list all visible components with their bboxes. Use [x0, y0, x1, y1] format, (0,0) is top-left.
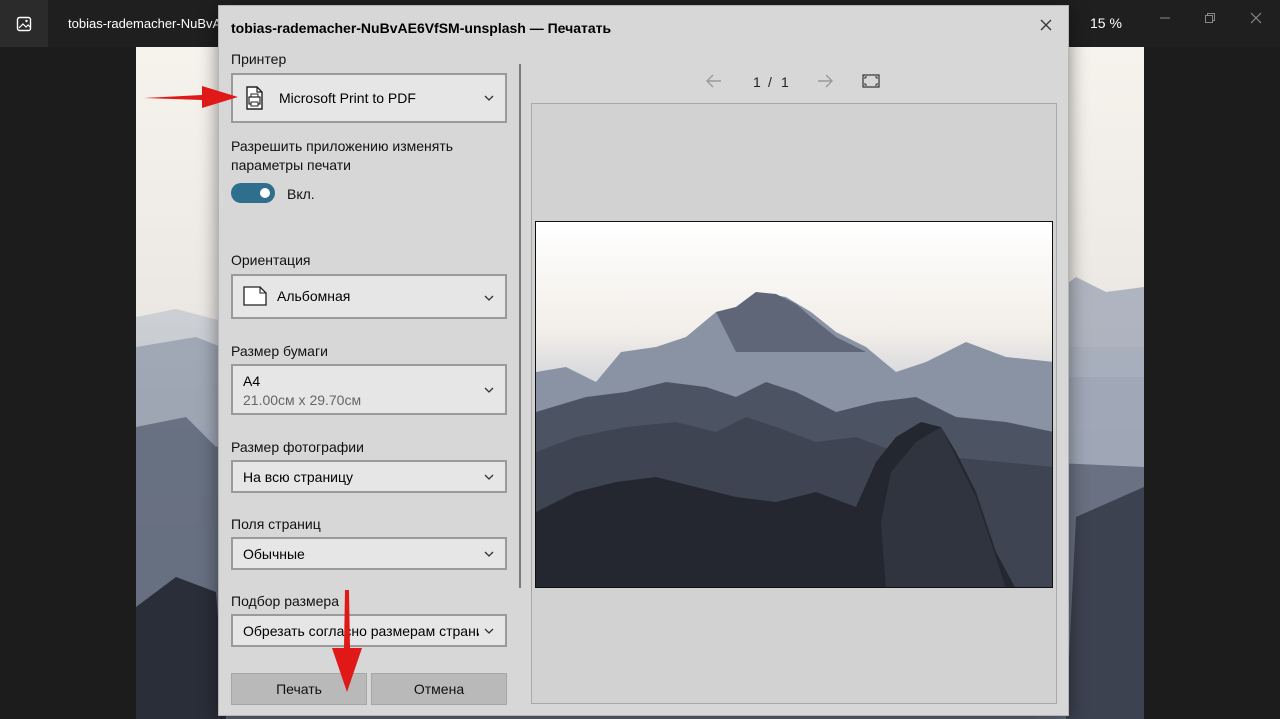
photo-size-value: На всю страницу: [243, 469, 354, 485]
orientation-select[interactable]: Альбомная: [231, 274, 507, 319]
orientation-label: Ориентация: [231, 252, 311, 268]
toggle-knob: [260, 188, 270, 198]
settings-scrollbar[interactable]: [519, 64, 521, 588]
page-current: 1: [753, 74, 761, 90]
chevron-down-icon: [484, 295, 494, 301]
next-page-icon[interactable]: [816, 72, 834, 95]
paper-size-select[interactable]: A4 21.00см x 29.70см: [231, 364, 507, 415]
app-window-title: tobias-rademacher-NuBvAE6VfSM-unsplash: [68, 16, 218, 31]
orientation-value: Альбомная: [277, 288, 351, 304]
printer-value: Microsoft Print to PDF: [279, 90, 416, 106]
allow-app-toggle[interactable]: [231, 183, 275, 203]
margins-label: Поля страниц: [231, 516, 321, 532]
minimize-icon[interactable]: [1155, 8, 1175, 28]
print-preview: [531, 103, 1057, 704]
cancel-button[interactable]: Отмена: [371, 673, 507, 705]
printer-select[interactable]: Microsoft Print to PDF: [231, 73, 507, 123]
page-separator: /: [768, 74, 772, 90]
printer-label: Принтер: [231, 51, 287, 67]
margins-select[interactable]: Обычные: [231, 537, 507, 570]
toggle-state-label: Вкл.: [287, 186, 315, 202]
paper-size-value: A4: [243, 373, 261, 389]
photo-size-select[interactable]: На всю страницу: [231, 460, 507, 493]
fit-select[interactable]: Обрезать согласно размерам страни: [231, 614, 507, 647]
fit-label: Подбор размера: [231, 593, 340, 609]
chevron-down-icon: [484, 95, 494, 101]
chevron-down-icon: [484, 628, 494, 634]
margins-value: Обычные: [243, 546, 305, 562]
printer-icon: [243, 86, 265, 115]
close-window-icon[interactable]: [1246, 8, 1266, 28]
landscape-page-icon: [243, 286, 267, 311]
allow-app-label: Разрешить приложению изменять параметры …: [231, 138, 454, 173]
fit-preview-icon[interactable]: [862, 74, 880, 93]
dialog-close-icon[interactable]: [1033, 12, 1059, 38]
chevron-down-icon: [484, 474, 494, 480]
chevron-down-icon: [484, 551, 494, 557]
photo-size-label: Размер фотографии: [231, 439, 364, 455]
paper-size-dimensions: 21.00см x 29.70см: [243, 392, 362, 408]
page-total: 1: [781, 74, 789, 90]
previous-page-icon[interactable]: [705, 72, 723, 95]
annotation-arrow-down-icon: [332, 590, 362, 692]
dialog-title: tobias-rademacher-NuBvAE6VfSM-unsplash —…: [231, 20, 612, 36]
annotation-arrow-right-icon: [144, 86, 238, 108]
zoom-level: 15 %: [1090, 15, 1122, 31]
chevron-down-icon: [484, 387, 494, 393]
photos-app-icon[interactable]: [0, 0, 48, 47]
preview-photo: [535, 221, 1053, 588]
paper-size-label: Размер бумаги: [231, 343, 328, 359]
restore-icon[interactable]: [1200, 8, 1220, 28]
